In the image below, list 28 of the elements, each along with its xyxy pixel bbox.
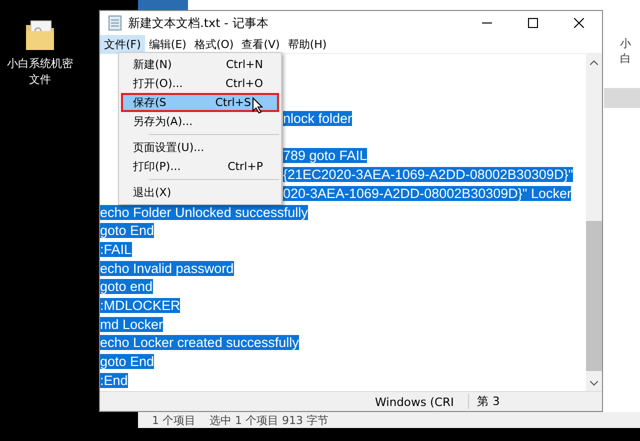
menu-entry[interactable]: 打开(O)... Ctrl+O <box>121 74 279 93</box>
menu-item[interactable]: 编辑(E) <box>144 34 190 54</box>
status-text: Windows (CRI <box>375 394 454 408</box>
scrollbar[interactable] <box>586 54 602 391</box>
close-icon[interactable] <box>574 18 584 28</box>
minimize-icon[interactable] <box>482 22 492 24</box>
menu-entry[interactable]: 退出(X) <box>121 183 279 202</box>
menu-entry[interactable]: 另存为(A)... <box>121 112 279 131</box>
menu-item[interactable]: 文件(F) <box>100 34 145 54</box>
notepad-icon <box>108 15 122 31</box>
selected-row <box>604 88 640 108</box>
status-text: 选中 1 个项目 913 字节 <box>210 412 328 428</box>
scroll-thumb[interactable] <box>586 221 602 371</box>
address-text: 小白 <box>620 36 632 66</box>
menu-entry[interactable]: 保存(S Ctrl+S <box>121 93 279 112</box>
status-text: 1 个项目 <box>152 412 196 428</box>
folder-icon[interactable] <box>25 18 55 52</box>
window-title: 新建文本文档.txt - 记事本 <box>128 14 270 32</box>
menu-entry[interactable]: 新建(N) Ctrl+N <box>121 55 279 74</box>
file-label[interactable]: 小白系统机密文件 <box>5 56 75 88</box>
menu-item[interactable]: 查看(V) <box>238 34 284 54</box>
menu-entry[interactable]: 页面设置(U)... <box>121 138 279 157</box>
menu-item[interactable]: 帮助(H) <box>284 34 331 54</box>
mouse-pointer-icon <box>252 97 263 114</box>
menu-item[interactable]: 格式(O) <box>190 34 238 54</box>
status-text: 第 3 <box>468 394 500 409</box>
menu-entry[interactable]: 打印(P)... Ctrl+P <box>121 157 279 176</box>
maximize-icon[interactable] <box>528 18 538 28</box>
